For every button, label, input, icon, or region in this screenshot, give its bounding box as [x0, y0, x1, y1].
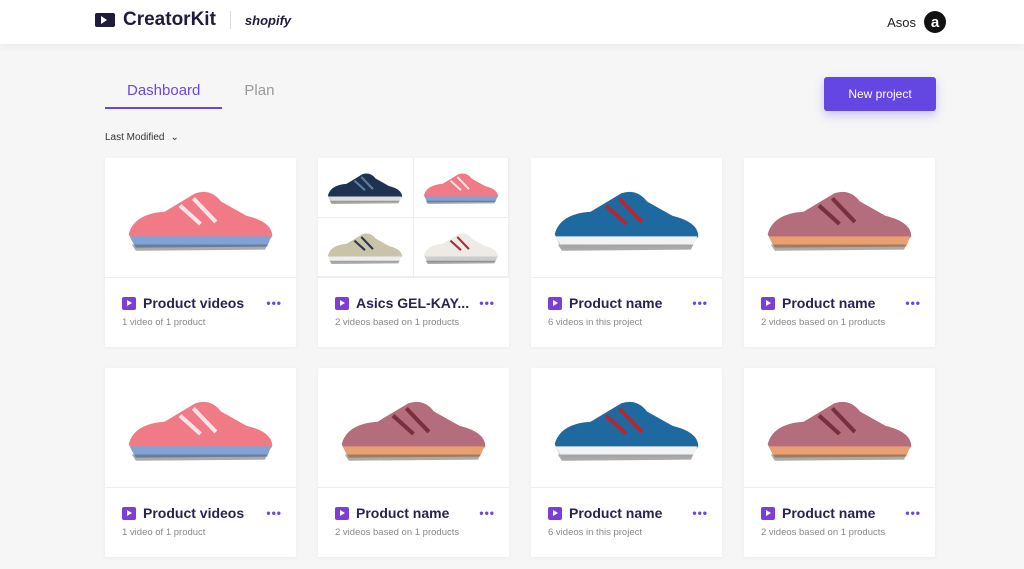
chevron-down-icon: ⌄ — [170, 132, 178, 143]
card-subtitle: 1 video of 1 product — [122, 527, 205, 538]
tab-dashboard[interactable]: Dashboard — [105, 82, 222, 109]
product-thumbnail — [744, 368, 935, 488]
sort-label: Last Modified — [105, 132, 164, 143]
more-options-icon[interactable]: ••• — [692, 296, 708, 310]
video-icon — [335, 507, 349, 520]
logo[interactable]: CreatorKit shopify — [95, 9, 291, 31]
card-subtitle: 1 video of 1 product — [122, 317, 205, 328]
new-project-button[interactable]: New project — [824, 77, 936, 111]
more-options-icon[interactable]: ••• — [479, 296, 495, 310]
more-options-icon[interactable]: ••• — [266, 296, 282, 310]
shopify-logo: shopify — [245, 13, 291, 28]
creatorkit-logo-icon — [95, 13, 115, 27]
card-title-row: Product name — [548, 505, 708, 521]
card-title: Product name — [569, 295, 662, 311]
card-title-row: Asics GEL-KAY... — [335, 295, 495, 311]
card-subtitle: 2 videos based on 1 products — [335, 317, 459, 328]
brand-name: CreatorKit — [123, 9, 216, 31]
card-subtitle: 2 videos based on 1 products — [761, 317, 885, 328]
product-thumbnail — [105, 368, 296, 488]
more-options-icon[interactable]: ••• — [905, 296, 921, 310]
product-thumbnail — [318, 368, 509, 488]
project-card[interactable]: Product name ••• 2 videos based on 1 produ… — [318, 368, 509, 557]
card-title: Product name — [356, 505, 449, 521]
tab-plan[interactable]: Plan — [222, 82, 296, 109]
product-thumbnail-grid — [318, 158, 509, 278]
more-options-icon[interactable]: ••• — [266, 506, 282, 520]
card-title-row: Product name — [761, 295, 921, 311]
tabs: Dashboard Plan — [105, 82, 296, 109]
product-thumbnail — [744, 158, 935, 278]
more-options-icon[interactable]: ••• — [479, 506, 495, 520]
video-icon — [761, 507, 775, 520]
project-card[interactable]: Product name ••• 6 videos in this project — [531, 158, 722, 347]
card-title-row: Product name — [335, 505, 495, 521]
project-card[interactable]: Product name ••• 2 videos based on 1 produ… — [744, 158, 935, 347]
shoe-thumbnail — [318, 218, 414, 278]
video-icon — [122, 507, 136, 520]
shoe-thumbnail — [318, 158, 414, 218]
product-thumbnail — [531, 368, 722, 488]
project-card[interactable]: Product videos ••• 1 video of 1 product — [105, 158, 296, 347]
card-title-row: Product name — [761, 505, 921, 521]
card-subtitle: 2 videos based on 1 products — [761, 527, 885, 538]
more-options-icon[interactable]: ••• — [692, 506, 708, 520]
avatar: a — [924, 11, 946, 33]
video-icon — [761, 297, 775, 310]
project-card[interactable]: Asics GEL-KAY... ••• 2 videos based on 1 p… — [318, 158, 509, 347]
user-menu[interactable]: Asos a — [887, 11, 946, 33]
video-icon — [122, 297, 136, 310]
more-options-icon[interactable]: ••• — [905, 506, 921, 520]
user-name: Asos — [887, 15, 916, 30]
card-title: Product videos — [143, 295, 244, 311]
shoe-thumbnail — [414, 218, 510, 278]
card-title: Product name — [569, 505, 662, 521]
card-title-row: Product name — [548, 295, 708, 311]
video-icon — [548, 507, 562, 520]
card-title: Asics GEL-KAY... — [356, 295, 469, 311]
card-subtitle: 6 videos in this project — [548, 317, 642, 328]
card-subtitle: 6 videos in this project — [548, 527, 642, 538]
video-icon — [548, 297, 562, 310]
product-thumbnail — [531, 158, 722, 278]
card-subtitle: 2 videos based on 1 products — [335, 527, 459, 538]
project-card[interactable]: Product name ••• 6 videos in this project — [531, 368, 722, 557]
card-title-row: Product videos — [122, 505, 282, 521]
card-title: Product videos — [143, 505, 244, 521]
video-icon — [335, 297, 349, 310]
card-title: Product name — [782, 505, 875, 521]
card-title-row: Product videos — [122, 295, 282, 311]
sort-dropdown[interactable]: Last Modified ⌄ — [105, 132, 179, 143]
card-title: Product name — [782, 295, 875, 311]
shoe-thumbnail — [414, 158, 510, 218]
project-card[interactable]: Product name ••• 2 videos based on 1 produ… — [744, 368, 935, 557]
top-bar: CreatorKit shopify Asos a — [0, 0, 1024, 44]
divider — [230, 11, 231, 29]
product-thumbnail — [105, 158, 296, 278]
project-card[interactable]: Product videos ••• 1 video of 1 product — [105, 368, 296, 557]
